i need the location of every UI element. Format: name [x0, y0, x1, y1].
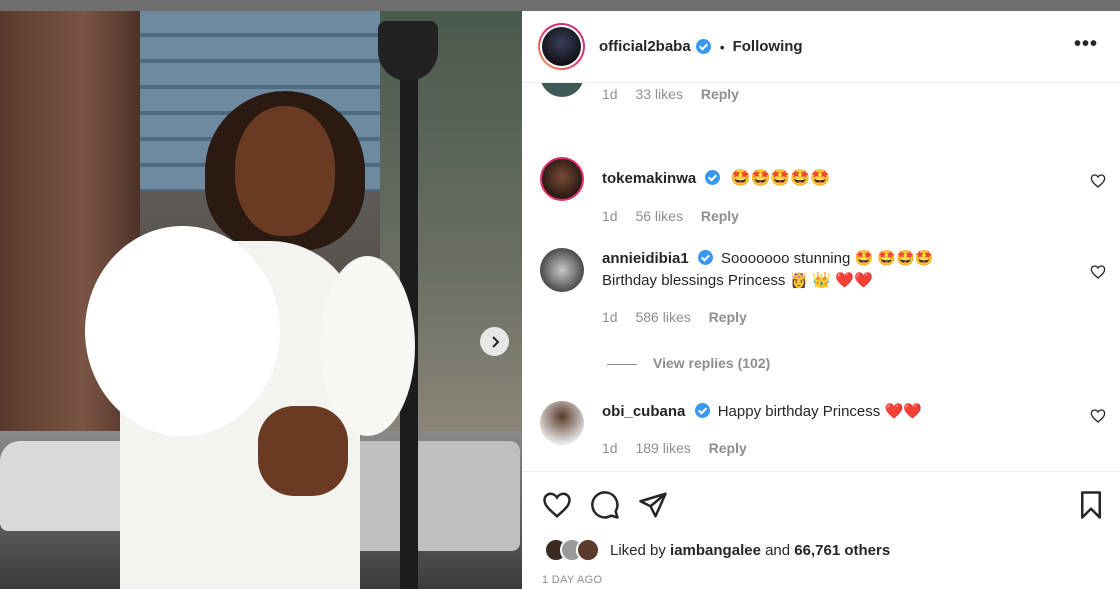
comment-text-row: annieidibia1 Sooooooo stunning 🤩 🤩🤩🤩 Bir…	[602, 248, 1072, 292]
commenter-avatar[interactable]	[540, 83, 584, 97]
comment-likes[interactable]: 33 likes	[635, 86, 682, 102]
comment-username[interactable]: tokemakinwa	[602, 170, 696, 187]
comment-username[interactable]: obi_cubana	[602, 403, 685, 420]
photo-hand	[258, 406, 348, 496]
liker-avatar[interactable]	[576, 538, 600, 562]
verified-badge-icon	[705, 170, 721, 185]
commenter-avatar[interactable]	[540, 248, 584, 292]
comment-text-row: obi_cubana Happy birthday Princess ❤️❤️	[602, 401, 1072, 423]
next-photo-button[interactable]	[480, 327, 509, 356]
verified-badge-icon	[694, 403, 710, 418]
comment-likes[interactable]: 56 likes	[635, 208, 682, 224]
comment-text: Happy birthday Princess ❤️❤️	[717, 403, 922, 420]
like-comment-heart-icon[interactable]	[1090, 264, 1106, 280]
comment-meta: 1d 586 likes Reply	[602, 309, 761, 325]
comment-time: 1d	[602, 86, 618, 102]
comment-text: Sooooooo stunning 🤩 🤩🤩🤩	[721, 250, 934, 267]
comment-time: 1d	[602, 309, 618, 325]
liked-by-others[interactable]: 66,761 others	[794, 542, 890, 559]
comment-text: 🤩🤩🤩🤩🤩	[730, 168, 831, 187]
comment-likes[interactable]: 189 likes	[635, 440, 690, 456]
header-separator: •	[719, 38, 725, 55]
photo-lamp	[378, 21, 438, 81]
save-bookmark-icon[interactable]	[1076, 490, 1106, 520]
liked-by-middle: and	[760, 541, 795, 559]
comment-likes[interactable]: 586 likes	[635, 309, 690, 325]
commenter-avatar[interactable]	[540, 401, 584, 445]
liked-by-prefix: Liked by	[610, 541, 671, 559]
author-username[interactable]: official2baba	[599, 38, 691, 55]
author-avatar[interactable]	[538, 23, 585, 70]
more-options-button[interactable]: •••	[1074, 33, 1098, 56]
post-side-panel: official2baba • Following ••• 😁😊 1d 33 l…	[522, 11, 1120, 589]
verified-badge-icon	[695, 39, 711, 54]
verified-badge-icon	[697, 250, 713, 265]
liked-by-text: Liked by iambangalee and 66,761 others	[610, 542, 890, 559]
liked-by-user[interactable]: iambangalee	[670, 542, 761, 559]
post-photo	[0, 11, 522, 589]
comment-bubble-icon[interactable]	[590, 490, 620, 520]
like-comment-heart-icon[interactable]	[1090, 408, 1106, 424]
comment-time: 1d	[602, 208, 618, 224]
likes-summary: Liked by iambangalee and 66,761 others	[544, 538, 890, 562]
comment-time: 1d	[602, 440, 618, 456]
photo-face	[235, 106, 335, 236]
post-header: official2baba • Following •••	[522, 11, 1120, 83]
share-paper-plane-icon[interactable]	[638, 490, 668, 520]
reply-button[interactable]: Reply	[709, 309, 747, 325]
comment-meta: 1d 189 likes Reply	[602, 440, 761, 456]
like-comment-heart-icon[interactable]	[1090, 173, 1106, 189]
comment-username[interactable]: annieidibia1	[602, 250, 689, 267]
comment-text-row: tokemakinwa 🤩🤩🤩🤩🤩	[602, 167, 1072, 190]
chevron-right-icon	[491, 335, 499, 348]
comment-text-line2: Birthday blessings Princess 👸 👑 ❤️❤️	[602, 272, 873, 289]
replies-divider-line	[607, 363, 637, 365]
view-replies-label: View replies (102)	[653, 355, 771, 371]
following-button[interactable]: Following	[733, 38, 803, 55]
reply-button[interactable]: Reply	[701, 86, 739, 102]
browser-top-strip	[0, 0, 1120, 11]
comments-list: 😁😊 1d 33 likes Reply tokemakinwa 🤩🤩🤩🤩🤩 1…	[522, 83, 1120, 471]
reply-button[interactable]: Reply	[709, 440, 747, 456]
photo-sleeve-right	[320, 256, 415, 436]
comment-meta: 1d 33 likes Reply	[602, 86, 753, 102]
comment-meta: 1d 56 likes Reply	[602, 208, 753, 224]
photo-sleeve-left	[85, 226, 280, 436]
like-heart-icon[interactable]	[542, 490, 572, 520]
commenter-avatar[interactable]	[540, 157, 584, 201]
view-replies-button[interactable]: View replies (102)	[607, 355, 770, 371]
post-time-ago[interactable]: 1 DAY AGO	[542, 574, 602, 586]
reply-button[interactable]: Reply	[701, 208, 739, 224]
post-actions: Liked by iambangalee and 66,761 others 1…	[522, 471, 1120, 589]
